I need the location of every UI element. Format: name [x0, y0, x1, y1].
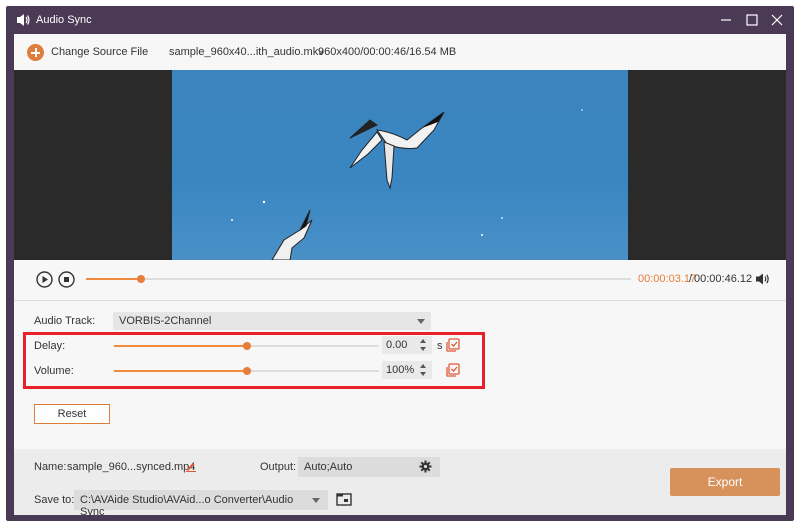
save-path-dropdown[interactable]	[304, 490, 328, 510]
name-label: Name:	[34, 461, 67, 473]
save-to-label: Save to:	[34, 494, 75, 506]
bird-image	[231, 109, 583, 260]
audio-settings-panel: Audio Track: VORBIS-2Channel Delay: 0.00…	[14, 301, 786, 449]
chevron-down-icon	[417, 319, 425, 324]
video-preview	[14, 70, 786, 260]
source-file-name: sample_960x40...ith_audio.mkv	[169, 46, 324, 58]
change-source-button[interactable]: Change Source File	[51, 46, 148, 58]
volume-icon[interactable]	[756, 273, 770, 285]
video-frame	[172, 70, 628, 260]
add-source-icon[interactable]	[27, 44, 44, 61]
source-bar: Change Source File sample_960x40...ith_a…	[14, 34, 786, 70]
title-bar: Audio Sync	[6, 6, 794, 34]
minimize-icon[interactable]	[718, 12, 734, 28]
maximize-icon[interactable]	[744, 12, 760, 28]
audio-sync-window: Audio Sync Change Source File sample_960…	[6, 6, 794, 521]
output-label: Output:	[260, 461, 297, 473]
folder-icon[interactable]	[336, 492, 352, 506]
window-title: Audio Sync	[36, 14, 92, 26]
stop-icon[interactable]	[58, 271, 75, 288]
save-path-field[interactable]: C:\AVAide Studio\AVAid...o Converter\Aud…	[74, 490, 304, 518]
speaker-icon	[17, 14, 30, 26]
close-icon[interactable]	[769, 12, 785, 28]
output-format-value: Auto;Auto	[304, 461, 353, 473]
save-path-value: C:\AVAide Studio\AVAid...o Converter\Aud…	[80, 494, 294, 518]
chevron-down-icon	[312, 498, 320, 503]
current-time: 00:00:03.17	[638, 273, 697, 285]
seek-handle[interactable]	[136, 275, 145, 283]
seek-progress	[86, 278, 141, 280]
source-file-info: 960x400/00:00:46/16.54 MB	[318, 46, 457, 58]
reset-button[interactable]: Reset	[34, 404, 110, 424]
main-content: Change Source File sample_960x40...ith_a…	[14, 34, 786, 518]
seek-bar[interactable]	[86, 275, 631, 283]
output-format-field[interactable]: Auto;Auto	[298, 457, 440, 477]
audio-track-label: Audio Track:	[34, 315, 96, 327]
output-bar: Name: sample_960...synced.mp4 Output: Au…	[14, 449, 786, 518]
gear-icon[interactable]	[419, 460, 432, 473]
play-icon[interactable]	[36, 271, 53, 288]
highlight-box	[23, 332, 485, 389]
edit-icon[interactable]	[185, 460, 197, 472]
time-separator: /	[689, 273, 693, 285]
output-file-name: sample_960...synced.mp4	[67, 461, 196, 473]
audio-track-select[interactable]: VORBIS-2Channel	[113, 312, 431, 330]
audio-track-value: VORBIS-2Channel	[119, 315, 212, 327]
total-time: 00:00:46.12	[694, 273, 753, 285]
playback-controls: 00:00:03.17 / 00:00:46.12	[14, 260, 786, 301]
export-button[interactable]: Export	[670, 468, 780, 496]
